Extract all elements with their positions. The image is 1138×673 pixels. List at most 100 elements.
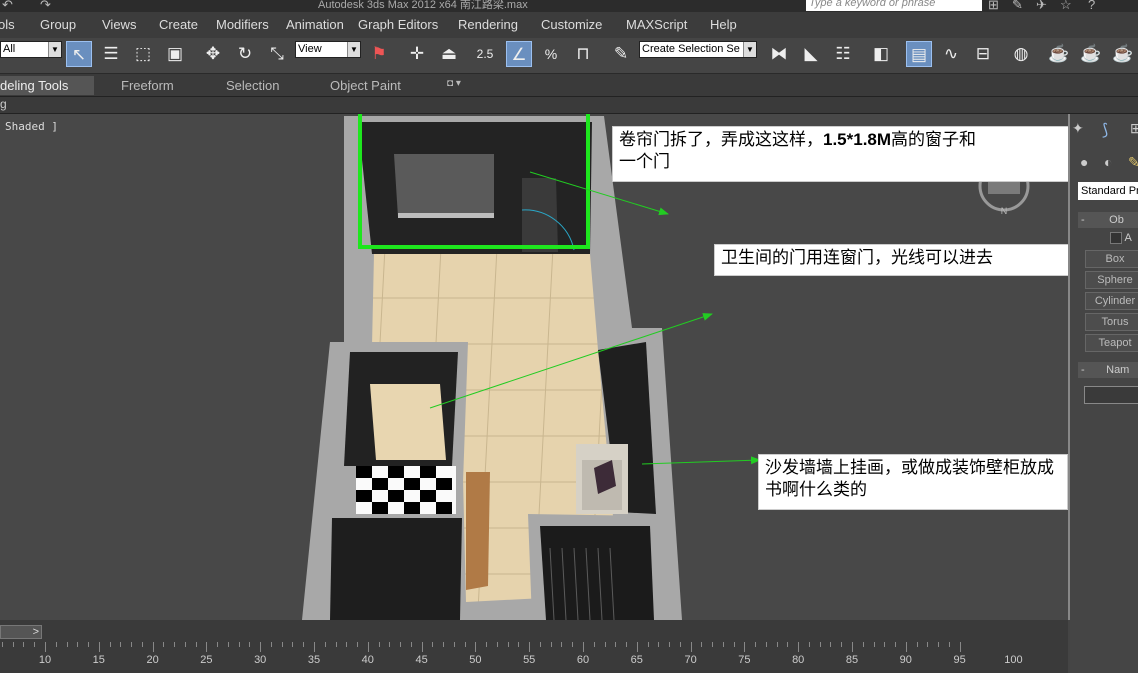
mirror-button[interactable]: ⧓ bbox=[766, 41, 792, 67]
menu-help[interactable]: Help bbox=[710, 17, 737, 32]
name-color-rollout[interactable]: - Nam bbox=[1078, 362, 1138, 378]
angle-snap-toggle[interactable]: ∠ bbox=[506, 41, 532, 67]
note3-line2: 书啊什么类的 bbox=[765, 480, 867, 499]
object-type-rollout[interactable]: - Ob bbox=[1078, 212, 1138, 228]
track-tick bbox=[453, 642, 455, 647]
track-tick bbox=[324, 642, 326, 647]
shapes-icon[interactable]: ◐ bbox=[1104, 154, 1112, 170]
menu-graph-editors[interactable]: Graph Editors bbox=[358, 17, 438, 32]
undo-icon[interactable]: ↶ bbox=[2, 0, 13, 12]
modify-tab-icon[interactable]: ⟆ bbox=[1102, 120, 1108, 140]
mirror-icon: ⧓ bbox=[770, 44, 788, 63]
track-tick bbox=[507, 642, 509, 647]
create-tab-icon[interactable]: ✦ bbox=[1072, 120, 1084, 137]
comm-center-icon[interactable]: ✈ bbox=[1036, 0, 1047, 12]
menu-views[interactable]: Views bbox=[102, 17, 136, 32]
track-tick bbox=[539, 642, 541, 647]
track-tick bbox=[421, 642, 423, 652]
percent-snap-toggle[interactable]: % bbox=[538, 41, 564, 67]
track-tick bbox=[830, 642, 832, 647]
layer-manager-button[interactable]: ☷ bbox=[830, 41, 856, 67]
sphere-button[interactable]: Sphere bbox=[1085, 271, 1138, 289]
graphite-toggle-button[interactable]: ◧ bbox=[868, 41, 894, 67]
select-by-name-button[interactable]: ☰ bbox=[98, 41, 124, 67]
binoculars-icon[interactable]: ⊞ bbox=[988, 0, 999, 12]
track-label: 85 bbox=[845, 654, 859, 666]
teapot-button[interactable]: Teapot bbox=[1085, 334, 1138, 352]
tab-freeform[interactable]: Freeform bbox=[121, 78, 174, 93]
ribbon-toggle-button[interactable]: ▤ bbox=[906, 41, 932, 67]
rendered-frame-button[interactable]: ☕ bbox=[1078, 41, 1104, 67]
manipulate-icon: ✛ bbox=[409, 44, 425, 63]
scene-render: N bbox=[302, 114, 1030, 620]
help-icon[interactable]: ? bbox=[1088, 0, 1095, 12]
object-name-input[interactable] bbox=[1084, 386, 1138, 404]
ribbon-options-icon[interactable]: ◘ ▾ bbox=[447, 78, 461, 89]
window-crossing-button[interactable]: ▣ bbox=[162, 41, 188, 67]
select-manipulate-button[interactable]: ✛ bbox=[404, 41, 430, 67]
menu-animation[interactable]: Animation bbox=[286, 17, 344, 32]
schematic-view-button[interactable]: ⊟ bbox=[970, 41, 996, 67]
track-tick bbox=[626, 642, 628, 647]
track-tick bbox=[227, 642, 229, 647]
select-scale-button[interactable]: ⤡ bbox=[264, 41, 290, 67]
menu-tools[interactable]: ols bbox=[0, 17, 15, 32]
window-title: Autodesk 3ds Max 2012 x64 南江路梁.max bbox=[318, 0, 528, 11]
render-setup-button[interactable]: ☕ bbox=[1046, 41, 1072, 67]
track-bar[interactable]: 10 15 20 25 30 35 40 45 50 55 60 65 70 75 80 85 90 95 100 bbox=[0, 642, 1030, 673]
favorites-icon[interactable]: ☆ bbox=[1060, 0, 1072, 12]
keyboard-shortcut-toggle[interactable]: ⏏ bbox=[436, 41, 462, 67]
align-button[interactable]: ◣ bbox=[798, 41, 824, 67]
redo-icon[interactable]: ↷ bbox=[40, 0, 51, 12]
ref-coord-dropdown[interactable]: View ▼ bbox=[295, 41, 361, 58]
torus-button[interactable]: Torus bbox=[1085, 313, 1138, 331]
selection-filter-dropdown[interactable]: All ▼ bbox=[0, 41, 62, 58]
autogrid-checkbox[interactable] bbox=[1110, 232, 1122, 245]
tab-object-paint[interactable]: Object Paint bbox=[330, 78, 401, 93]
track-tick bbox=[55, 642, 57, 647]
menu-group[interactable]: Group bbox=[40, 17, 76, 32]
select-move-button[interactable]: ✥ bbox=[200, 41, 226, 67]
select-object-button[interactable]: ↖ bbox=[66, 41, 92, 67]
time-slider[interactable]: > bbox=[0, 625, 42, 639]
named-selection-dropdown[interactable]: Create Selection Se ▼ bbox=[639, 41, 757, 58]
track-tick bbox=[346, 642, 348, 647]
track-tick bbox=[335, 642, 337, 647]
note1-part-c: 高的窗子和 bbox=[891, 130, 977, 149]
menu-maxscript[interactable]: MAXScript bbox=[626, 17, 687, 32]
cylinder-button[interactable]: Cylinder bbox=[1085, 292, 1138, 310]
rectangular-selection-button[interactable]: ⬚ bbox=[130, 41, 156, 67]
box-button[interactable]: Box bbox=[1085, 250, 1138, 268]
lights-icon[interactable]: ✎ bbox=[1128, 154, 1138, 171]
menu-customize[interactable]: Customize bbox=[541, 17, 602, 32]
edit-named-selection-button[interactable]: ✎ bbox=[608, 41, 634, 67]
curve-editor-button[interactable]: ∿ bbox=[938, 41, 964, 67]
track-tick bbox=[238, 642, 240, 647]
spinner-snap-toggle[interactable]: ⊓ bbox=[570, 41, 596, 67]
track-label: 10 bbox=[38, 654, 52, 666]
menu-modifiers[interactable]: Modifiers bbox=[216, 17, 269, 32]
tab-selection[interactable]: Selection bbox=[226, 78, 279, 93]
track-tick bbox=[98, 642, 100, 652]
tools-icon[interactable]: ✎ bbox=[1012, 0, 1023, 12]
hierarchy-tab-icon[interactable]: ⊞ bbox=[1130, 120, 1138, 137]
bathroom-floor bbox=[370, 384, 446, 460]
graphite-icon: ◧ bbox=[872, 44, 890, 63]
category-dropdown[interactable]: Standard Pr bbox=[1078, 182, 1138, 200]
track-tick bbox=[195, 642, 197, 647]
track-tick bbox=[636, 642, 638, 652]
search-input[interactable]: Type a keyword or phrase bbox=[806, 0, 982, 11]
snaps-toggle[interactable]: 2.5 bbox=[472, 41, 498, 67]
render-production-button[interactable]: ☕ bbox=[1110, 41, 1136, 67]
menu-rendering[interactable]: Rendering bbox=[458, 17, 518, 32]
track-tick bbox=[938, 642, 940, 647]
select-rotate-button[interactable]: ↻ bbox=[232, 41, 258, 67]
material-editor-button[interactable]: ◍ bbox=[1008, 41, 1034, 67]
tab-modeling-tools[interactable]: deling Tools bbox=[0, 76, 94, 95]
track-tick bbox=[378, 642, 380, 647]
geometry-icon[interactable]: ● bbox=[1080, 154, 1088, 170]
chevron-down-icon: ▼ bbox=[743, 42, 756, 57]
perspective-viewport[interactable]: Shaded ] N 卷帘门拆了，弄成这这样，1.5*1.8M高的窗子和 一个门… bbox=[0, 114, 1070, 620]
menu-create[interactable]: Create bbox=[159, 17, 198, 32]
pivot-center-button[interactable]: ⚑ bbox=[366, 41, 392, 67]
